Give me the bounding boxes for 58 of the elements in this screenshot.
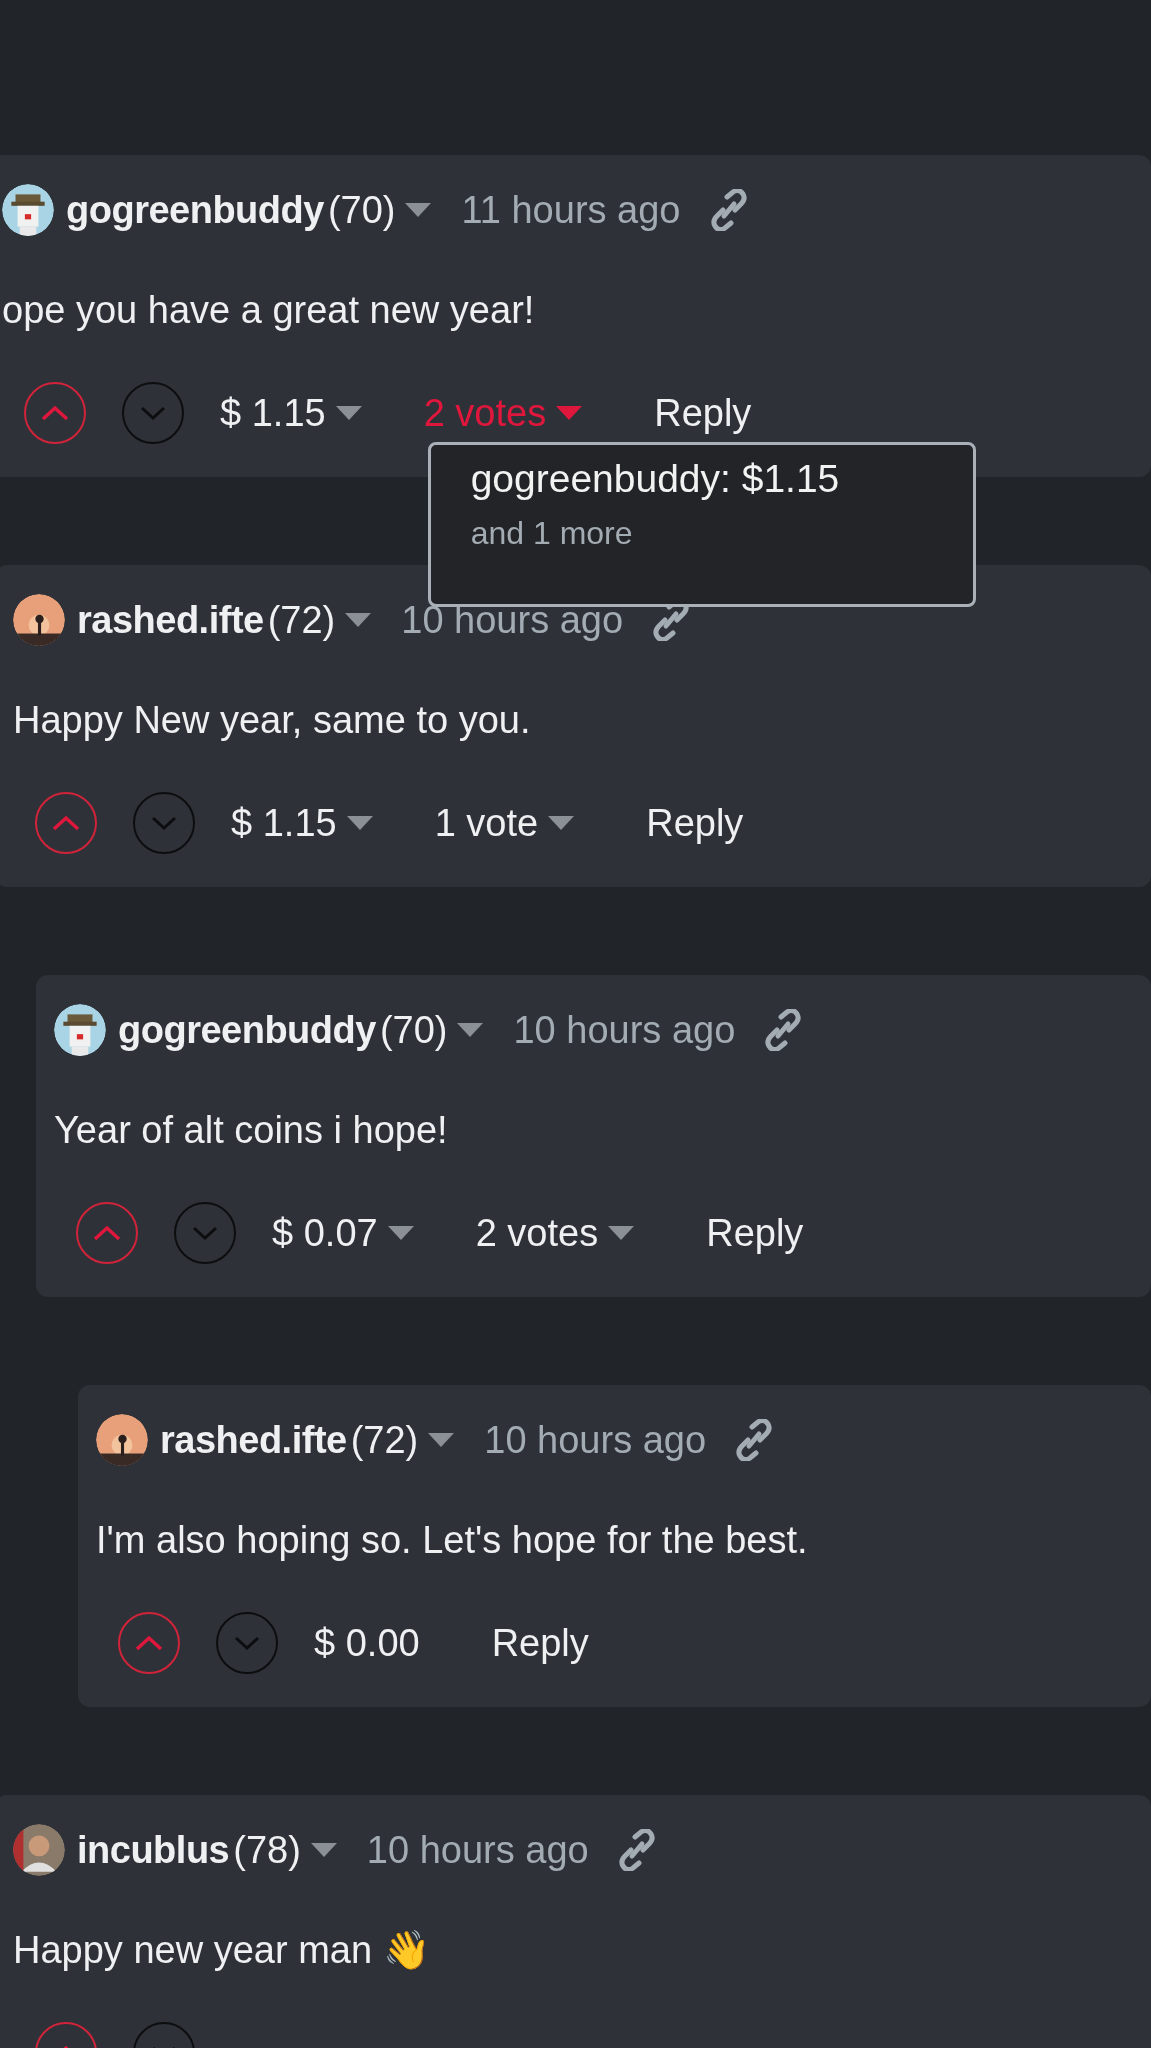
timestamp[interactable]: 11 hours ago	[461, 188, 681, 232]
link-icon[interactable]	[736, 1419, 773, 1461]
caret-icon[interactable]	[548, 816, 575, 830]
caret-icon[interactable]	[346, 816, 373, 830]
upvote-button[interactable]	[24, 382, 86, 444]
reply-button[interactable]: Reply	[706, 1211, 804, 1255]
upvote-button[interactable]	[35, 792, 97, 854]
reputation: (70)	[327, 188, 396, 232]
votes-dropdown[interactable]: 1 vote	[434, 801, 575, 845]
username[interactable]: rashed.ifte	[160, 1418, 347, 1462]
reply-button[interactable]: Reply	[491, 1621, 589, 1665]
payout-dropdown[interactable]: $ 1.15	[220, 391, 362, 435]
more-voters: and 1 more	[470, 514, 634, 552]
timestamp[interactable]: 10 hours ago	[366, 1828, 589, 1872]
reply-button[interactable]: Reply	[654, 391, 752, 435]
caret-icon[interactable]	[428, 1433, 455, 1447]
reputation: (72)	[350, 1418, 419, 1462]
reputation: (72)	[267, 598, 336, 642]
caret-icon[interactable]	[457, 1023, 484, 1037]
comment-text: I'm also hoping so. Let's hope for the best.	[96, 1518, 809, 1563]
caret-icon[interactable]	[556, 406, 583, 420]
timestamp[interactable]: 10 hours ago	[513, 1008, 736, 1052]
chevron-up-icon	[92, 1224, 122, 1242]
caret-icon[interactable]	[335, 406, 362, 420]
username[interactable]: incublus	[77, 1828, 230, 1872]
timestamp[interactable]: 10 hours ago	[484, 1418, 707, 1462]
reply-button[interactable]: Reply	[646, 801, 744, 845]
chevron-up-icon	[134, 1634, 164, 1652]
username[interactable]: rashed.ifte	[77, 598, 264, 642]
chevron-down-icon	[232, 1634, 262, 1652]
caret-icon[interactable]	[310, 1843, 337, 1857]
reputation: (70)	[379, 1008, 448, 1052]
chevron-up-icon	[51, 814, 81, 832]
chevron-up-icon	[40, 404, 70, 422]
caret-icon[interactable]	[608, 1226, 635, 1240]
voter-amount: gogreenbuddy: $1.15	[470, 456, 841, 501]
comment-text: ope you have a great new year!	[2, 288, 536, 333]
caret-icon[interactable]	[345, 613, 372, 627]
comment-text: Year of alt coins i hope!	[54, 1108, 449, 1153]
chevron-down-icon	[138, 404, 168, 422]
upvote-button[interactable]	[76, 1202, 138, 1264]
username[interactable]: gogreenbuddy	[66, 188, 324, 232]
payout-dropdown[interactable]: $ 0.07	[272, 1211, 414, 1255]
chevron-down-icon	[190, 1224, 220, 1242]
chevron-down-icon	[149, 814, 179, 832]
link-icon[interactable]	[710, 189, 747, 231]
comment-text: Happy new year man 👋	[13, 1928, 431, 1973]
username[interactable]: gogreenbuddy	[118, 1008, 376, 1052]
reputation: (78)	[233, 1828, 301, 1872]
payout-dropdown[interactable]: $ 0.00	[314, 1621, 420, 1665]
upvote-button[interactable]	[118, 1612, 180, 1674]
votes-dropdown[interactable]: 2 votes	[475, 1211, 635, 1255]
link-icon[interactable]	[765, 1009, 802, 1051]
caret-icon[interactable]	[387, 1226, 414, 1240]
comment-text: Happy New year, same to you.	[13, 698, 532, 743]
link-icon[interactable]	[618, 1829, 655, 1871]
payout-dropdown[interactable]: $ 1.15	[231, 801, 373, 845]
caret-icon[interactable]	[405, 203, 432, 217]
